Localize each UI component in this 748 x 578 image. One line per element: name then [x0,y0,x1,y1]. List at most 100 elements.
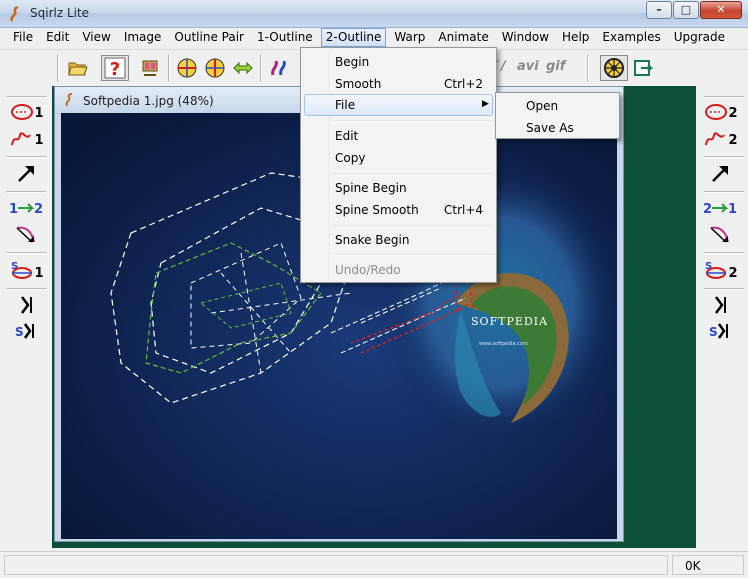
outline-pair-red-icon [177,58,197,78]
outline-2-button[interactable]: 2 [702,101,738,123]
document-squirrel-icon [65,93,73,107]
warp-arrows-button[interactable] [231,55,255,81]
red-outline-2-icon: 2 [705,104,738,121]
export-button[interactable] [631,55,655,81]
outline-pair-blue-icon [205,58,225,78]
toolbar-separator [57,54,59,82]
menu-view[interactable]: View [77,28,115,47]
menu-2-outline[interactable]: 2-Outline [320,28,387,47]
spine-snake-icon: S [15,323,34,339]
toolbar-separator [260,54,262,82]
copy-1-to-2-button[interactable]: 1 2 [8,197,44,219]
menu-examples[interactable]: Examples [597,28,665,47]
menu-help[interactable]: Help [557,28,594,47]
submenu-item-open[interactable]: Open [499,95,616,117]
menu-item-copy[interactable]: Copy [304,147,493,169]
menu-1-outline[interactable]: 1-Outline [252,28,318,47]
palette-separator [6,252,46,254]
svg-text:1: 1 [34,266,43,281]
palette-separator [6,156,46,158]
toolbar-separator [587,54,589,82]
menu-outline-pair[interactable]: Outline Pair [169,28,249,47]
close-button[interactable]: ✕ [700,1,742,19]
svg-text:1: 1 [34,106,43,121]
spine-2-button[interactable]: S 2 [702,259,738,281]
menu-item-file[interactable]: File ▶ [304,94,493,116]
freehand-2-icon: 2 [705,132,738,148]
maximize-button[interactable]: □ [673,1,699,19]
film-button[interactable] [138,55,162,81]
close-icon: ✕ [716,3,726,16]
menu-item-edit[interactable]: Edit [304,125,493,147]
svg-text:1: 1 [9,202,18,217]
menu-warp[interactable]: Warp [389,28,430,47]
arrow-icon [712,166,728,182]
spine-2-icon: S 2 [705,261,738,281]
window-title: Sqirlz Lite [30,6,90,20]
menu-image[interactable]: Image [119,28,167,47]
curve-tool-button[interactable] [8,224,44,246]
open-folder-icon [68,62,88,76]
minimize-button[interactable]: – [646,1,672,19]
menu-edit[interactable]: Edit [41,28,74,47]
svg-text:2: 2 [728,106,737,121]
spine-snake-button[interactable]: S [702,320,738,342]
snake-button[interactable] [8,294,44,316]
film-icon [142,60,158,76]
outline-pair-blue-button[interactable] [203,55,227,81]
menu-item-spine-begin[interactable]: Spine Begin [304,177,493,199]
svg-text:S: S [709,325,718,339]
menu-item-smooth[interactable]: Smooth Ctrl+2 [304,73,493,95]
menu-separator [331,173,493,175]
snake-button[interactable] [702,294,738,316]
menu-window[interactable]: Window [497,28,554,47]
status-message [4,555,668,575]
export-gif-button[interactable]: gif [546,59,565,74]
morph-button[interactable] [266,55,290,81]
menu-animate[interactable]: Animate [433,28,493,47]
snake-icon [21,296,32,314]
title-bar: Sqirlz Lite – □ ✕ [0,0,748,28]
open-button[interactable] [66,55,90,81]
arrow-tool-button[interactable] [702,162,738,184]
help-button[interactable]: ? [101,55,129,81]
spine-snake-button[interactable]: S [8,320,44,342]
snake-icon [715,296,726,314]
left-tool-palette: 1 1 1 2 S 1 S [0,88,50,548]
copy-1-to-2-icon: 1 2 [9,202,43,217]
help-icon: ? [104,57,126,79]
palette-separator [704,191,744,193]
softpedia-url: www.softpedia.com [479,341,528,347]
film-reel-button[interactable] [600,55,628,81]
maximize-icon: □ [680,3,692,16]
export-icon [634,60,653,76]
submenu-arrow-icon: ▶ [482,99,489,109]
copy-2-to-1-button[interactable]: 2 1 [702,197,738,219]
palette-separator [6,191,46,193]
curve-icon [710,226,729,243]
export-avi-button[interactable]: avi [517,59,539,74]
spine-1-button[interactable]: S 1 [8,259,44,281]
submenu-item-save-as[interactable]: Save As [499,117,616,139]
svg-text:2: 2 [703,202,712,217]
freehand-2-button[interactable]: 2 [702,128,738,150]
palette-separator [704,252,744,254]
freehand-1-icon: 1 [11,132,44,148]
outline-1-button[interactable]: 1 [8,101,44,123]
svg-text:?: ? [110,59,120,79]
svg-text:1: 1 [728,202,737,217]
arrow-tool-button[interactable] [8,162,44,184]
curve-tool-button[interactable] [702,224,738,246]
palette-separator [704,96,744,98]
menu-upgrade[interactable]: Upgrade [669,28,730,47]
menu-item-spine-smooth[interactable]: Spine Smooth Ctrl+4 [304,199,493,221]
freehand-1-button[interactable]: 1 [8,128,44,150]
menu-item-snake-begin[interactable]: Snake Begin [304,229,493,251]
toolbar-separator [168,54,170,82]
svg-text:2: 2 [34,202,43,217]
menu-file[interactable]: File [8,28,38,47]
outline-pair-red-button[interactable] [175,55,199,81]
menu-item-begin[interactable]: Begin [304,51,493,73]
menu-item-undo-redo: Undo/Redo [335,263,401,277]
palette-separator [6,96,46,98]
